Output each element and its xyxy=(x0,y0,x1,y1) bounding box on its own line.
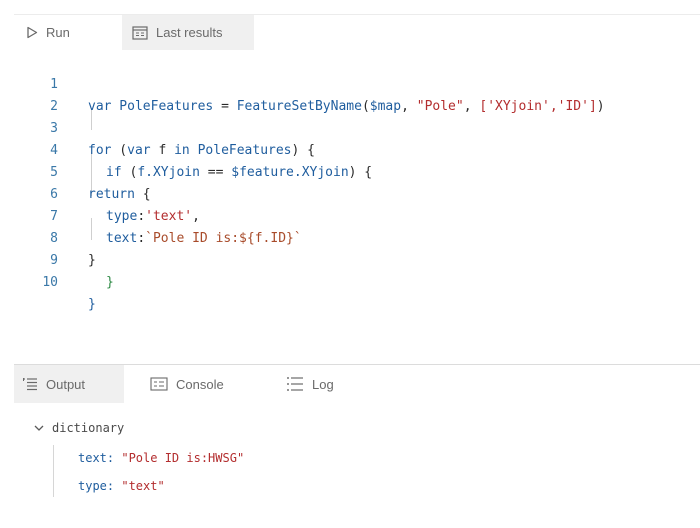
tab-log-label: Log xyxy=(312,376,334,392)
entry-key: text xyxy=(78,451,107,465)
log-icon xyxy=(287,377,303,391)
dictionary-label: dictionary xyxy=(52,421,125,435)
output-panel: dictionary text: "Pole ID is:HWSG" type:… xyxy=(14,403,700,528)
code-line: 10 } xyxy=(14,250,700,312)
entry-value: "text" xyxy=(121,479,165,493)
code-line: 3 for (var f in PoleFeatures) { xyxy=(14,96,700,158)
line-number: 10 xyxy=(42,275,58,290)
code-line: 1 var PoleFeatures = FeatureSetByName($m… xyxy=(14,52,700,114)
code-line: 2 xyxy=(14,74,700,114)
last-results-label: Last results xyxy=(156,25,223,40)
dictionary-toggle[interactable]: dictionary xyxy=(34,421,124,435)
code-line: 7 text:`Pole ID is:${f.ID}` xyxy=(14,184,700,246)
chevron-down-icon xyxy=(34,425,44,431)
results-icon xyxy=(132,25,148,40)
play-icon xyxy=(27,26,38,39)
run-label: Run xyxy=(46,25,70,40)
code-line: 5 return { xyxy=(14,140,700,202)
tab-output[interactable]: Output xyxy=(14,365,124,403)
code-line: 8 } xyxy=(14,206,700,268)
code-line: 6 type:'text', xyxy=(14,162,700,224)
tab-console[interactable]: Console xyxy=(150,365,224,403)
run-button[interactable]: Run xyxy=(26,15,70,50)
panel-tabbar: Output Console Log xyxy=(14,364,700,404)
tab-console-label: Console xyxy=(176,376,224,392)
code-line: 9 } xyxy=(14,228,700,290)
code-editor[interactable]: 1 var PoleFeatures = FeatureSetByName($m… xyxy=(14,50,700,364)
last-results-button[interactable]: Last results xyxy=(122,15,254,50)
output-entry: text: "Pole ID is:HWSG" xyxy=(78,451,245,465)
entry-key: type xyxy=(78,479,107,493)
tree-guide-line xyxy=(53,445,54,497)
output-icon xyxy=(23,378,37,391)
tab-log[interactable]: Log xyxy=(286,365,334,403)
output-entry: type: "text" xyxy=(78,479,165,493)
code-line: 4 if (f.XYjoin == $feature.XYjoin) { xyxy=(14,118,700,180)
tab-output-label: Output xyxy=(46,376,86,392)
entry-value: "Pole ID is:HWSG" xyxy=(121,451,245,465)
console-icon xyxy=(150,377,168,391)
editor-toolbar: Run Last results xyxy=(14,14,700,51)
